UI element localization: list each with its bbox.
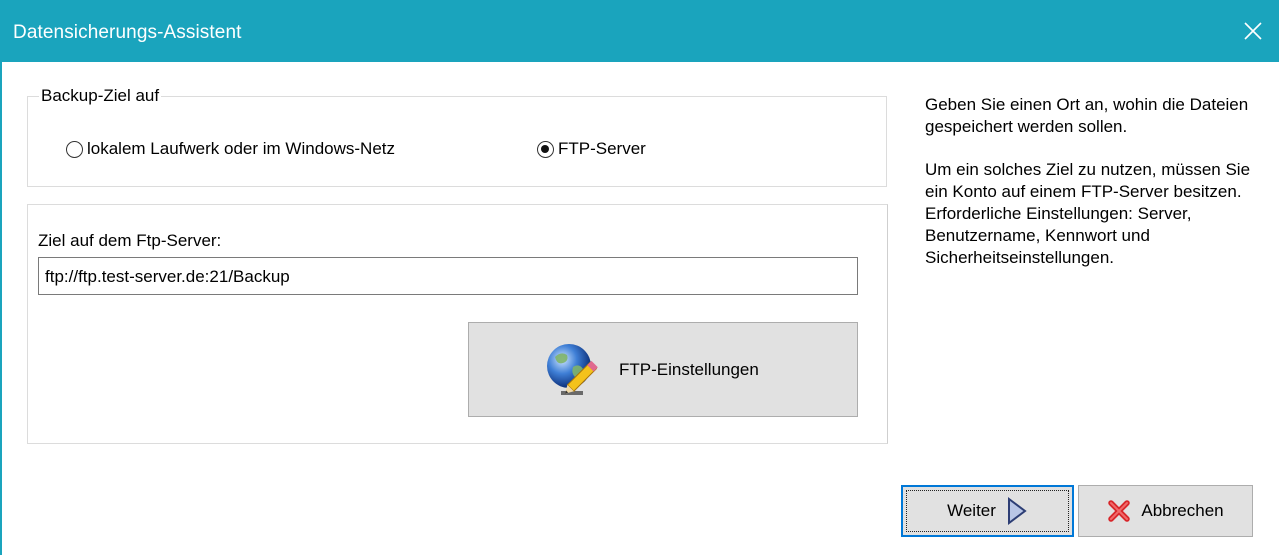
ftp-settings-label: FTP-Einstellungen [619,360,759,379]
help-text: Geben Sie einen Ort an, wohin die Dateie… [925,94,1265,290]
radio-local-drive[interactable]: lokalem Laufwerk oder im Windows-Netz [66,139,395,159]
close-icon [1244,22,1262,40]
window-border [0,62,2,555]
ftp-path-label: Ziel auf dem Ftp-Server: [38,231,222,250]
title-bar: Datensicherungs-Assistent [0,0,1279,62]
red-x-icon [1108,500,1131,522]
ftp-settings-button[interactable]: FTP-Einstellungen [468,322,858,417]
ftp-path-input[interactable]: ftp://ftp.test-server.de:21/Backup [38,257,858,295]
next-button[interactable]: Weiter [901,485,1074,537]
radio-ftp-server[interactable]: FTP-Server [537,139,646,159]
backup-target-legend: Backup-Ziel auf [39,86,162,106]
radio-ftp-server-circle [537,140,554,158]
radio-local-drive-label: lokalem Laufwerk oder im Windows-Netz [87,139,395,158]
window-title: Datensicherungs-Assistent [13,22,242,43]
help-paragraph: Um ein solches Ziel zu nutzen, müssen Si… [925,160,1251,267]
help-paragraph: Geben Sie einen Ort an, wohin die Dateie… [925,95,1249,136]
cancel-button[interactable]: Abbrechen [1078,485,1253,537]
cancel-button-label: Abbrechen [1141,501,1224,520]
close-button[interactable] [1227,8,1279,54]
globe-pencil-icon [547,344,598,395]
focus-rectangle [906,490,1069,532]
ftp-target-panel: Ziel auf dem Ftp-Server: ftp://ftp.test-… [27,204,888,444]
radio-ftp-server-label: FTP-Server [558,139,646,158]
radio-local-drive-circle [66,140,83,158]
